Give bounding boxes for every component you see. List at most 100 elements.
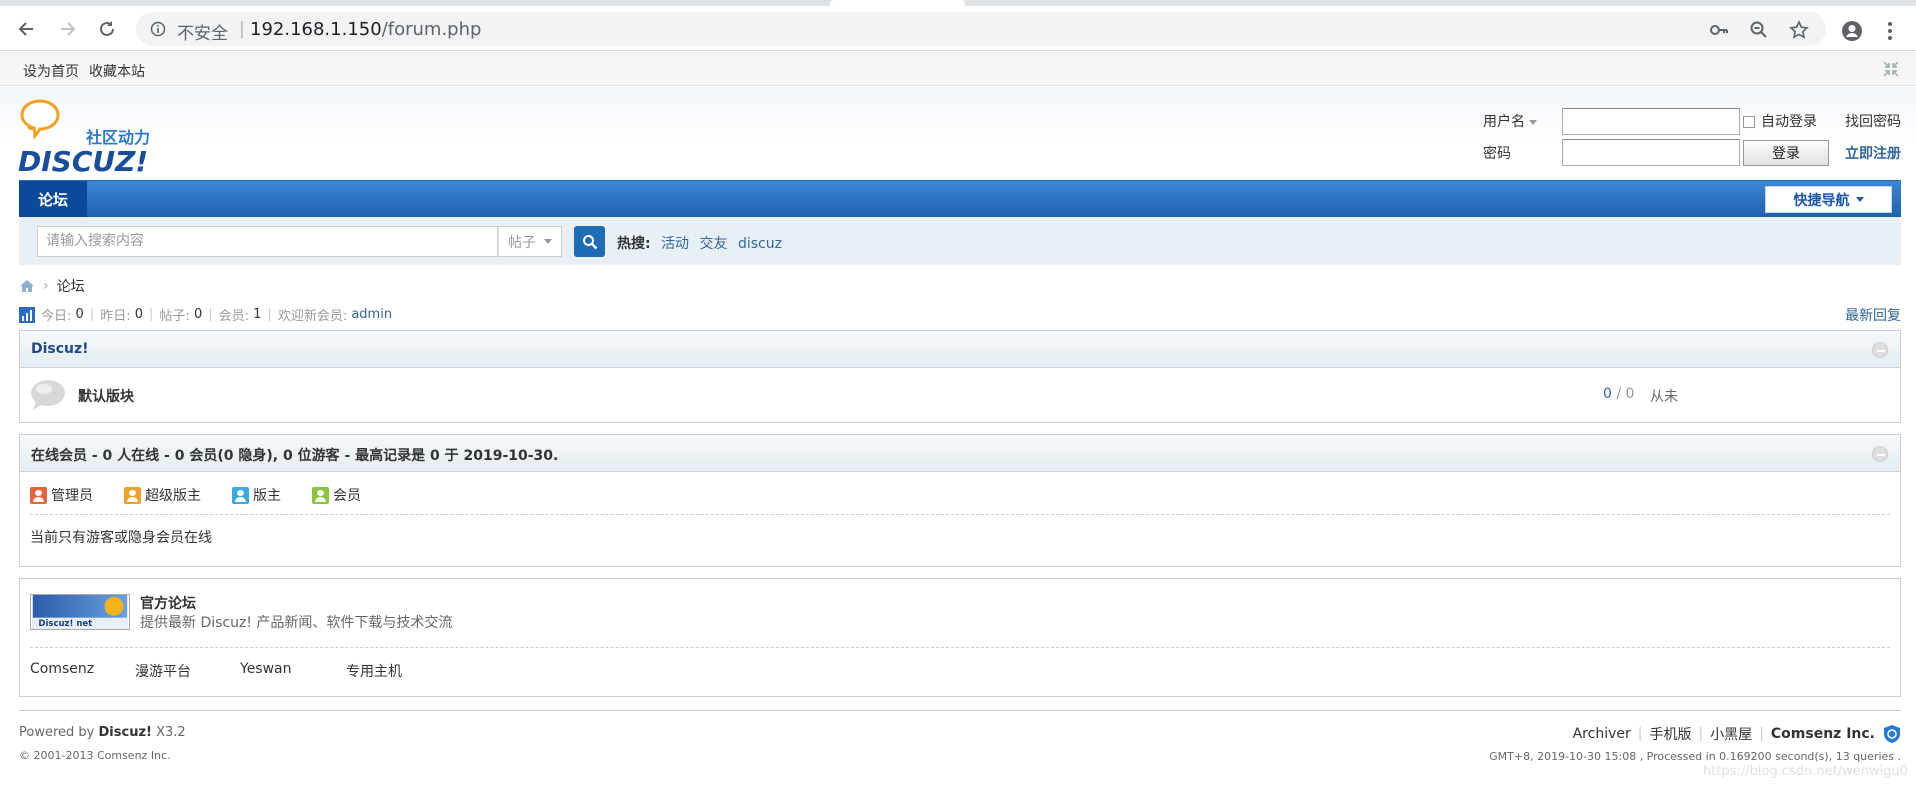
bookmark-link[interactable]: 收藏本站 [89,61,145,81]
today-label: 今日: [41,309,72,324]
username-label-text: 用户名 [1483,114,1525,130]
forward-button[interactable] [52,14,82,44]
stats-divider: | [89,307,95,322]
hot-term-2[interactable]: 交友 [700,236,728,252]
footer-divider [19,710,1901,711]
legend-member-label: 会员 [333,488,361,504]
reload-icon [100,21,114,36]
powered-by-label: Powered by [19,725,95,740]
legend-moderator-label: 版主 [253,488,281,504]
back-button[interactable] [12,14,42,44]
hot-term-3[interactable]: discuz [738,236,782,252]
members-label: 会员: [218,309,249,324]
mobile-link[interactable]: 手机版 [1649,724,1691,744]
moderator-icon [232,486,249,504]
official-forum-title[interactable]: 官方论坛 [140,593,196,613]
banner-text: Discuz! net [38,619,92,629]
security-shield-icon[interactable] [1883,724,1901,744]
legend-super-moderator: 超级版主 [124,485,201,505]
quick-nav-label: 快捷导航 [1793,192,1850,209]
yesterday-label: 昨日: [100,309,131,324]
search-input[interactable]: 请输入搜索内容 [37,226,498,257]
stats-divider: | [149,307,154,322]
key-icon[interactable] [1709,20,1729,40]
discuz-logo[interactable]: 社区动力 DISCUZ! [18,97,168,175]
menu-dots-icon[interactable] [1880,20,1900,42]
reload-button[interactable] [92,14,122,44]
username-input[interactable] [1562,108,1740,135]
auto-login-checkbox[interactable] [1743,116,1755,128]
url-path: /forum.php [381,19,482,40]
forum-name[interactable]: 默认版块 [78,386,134,406]
register-link[interactable]: 立即注册 [1845,143,1901,163]
arrow-left-icon [18,22,33,36]
product-name[interactable]: Discuz! [99,725,152,740]
switch-width-icon[interactable] [1882,60,1900,78]
password-input[interactable] [1562,139,1740,166]
legend-member: 会员 [312,485,361,505]
url-text[interactable]: 192.168.1.150/forum.php [250,19,481,40]
posts-label: 帖子: [159,309,190,324]
address-bar[interactable]: 不安全 | 192.168.1.150/forum.php [136,12,1826,46]
admin-user-icon [30,486,47,504]
search-type-value: 帖子 [508,234,536,251]
friend-link[interactable]: 专用主机 [346,661,402,681]
breadcrumb-current[interactable]: 论坛 [57,276,85,296]
star-icon[interactable] [1789,20,1809,40]
discuz-net-banner[interactable]: Discuz! net [30,594,130,630]
hot-search: 热搜: 活动 交友 discuz [617,233,782,253]
forum-counts: 0 / 0 [1603,386,1634,402]
zoom-icon[interactable] [1749,20,1769,40]
forum-last-post: 从未 [1650,389,1678,405]
online-title[interactable]: 在线会员 - 0 人在线 - 0 会员(0 隐身), 0 位游客 - 最高记录是… [31,445,558,465]
breadcrumb: › 论坛 [19,276,85,296]
company-link[interactable]: Comsenz Inc. [1771,726,1875,742]
auto-login-label[interactable]: 自动登录 [1761,111,1817,131]
archiver-link[interactable]: Archiver [1573,726,1631,742]
blackroom-link[interactable]: 小黑屋 [1710,724,1752,744]
set-home-link[interactable]: 设为首页 [23,61,79,81]
forum-count-sep: / [1611,386,1626,402]
site-header: 社区动力 DISCUZ! 用户名 自动登录 找回密码 密码 登录 立即注册 [0,87,1916,179]
hot-search-label: 热搜: [617,236,651,252]
latest-replies-link[interactable]: 最新回复 [1845,305,1901,325]
username-label[interactable]: 用户名 [1483,111,1537,131]
url-host: 192.168.1.150 [250,19,382,40]
main-nav: 论坛 快捷导航 [19,180,1901,217]
password-label: 密码 [1483,146,1511,162]
forum-posts: 0 [1625,386,1635,402]
friend-link[interactable]: 漫游平台 [135,661,191,681]
arrow-right-icon [61,22,76,36]
collapse-icon[interactable] [1872,446,1888,462]
hot-term-1[interactable]: 活动 [661,236,689,252]
forgot-password-link[interactable]: 找回密码 [1845,111,1901,131]
search-button[interactable] [574,226,605,257]
home-icon[interactable] [19,279,35,293]
profile-icon[interactable] [1841,20,1863,42]
category-title[interactable]: Discuz! [31,341,89,357]
chevron-down-icon [1529,119,1537,125]
chart-icon [19,306,35,323]
footer-links: Archiver | 手机版 | 小黑屋 | Comsenz Inc. [1573,724,1901,744]
nav-tab-forum[interactable]: 论坛 [19,181,87,217]
yesterday-count: 0 [134,307,144,322]
forum-row: 默认版块 0 / 0 从未 [20,368,1900,421]
legend-admin: 管理员 [30,485,93,505]
new-member-link[interactable]: admin [351,307,392,322]
security-label: 不安全 [177,24,228,44]
quick-nav-button[interactable]: 快捷导航 [1765,186,1892,213]
collapse-icon[interactable] [1872,342,1888,358]
processing-info: GMT+8, 2019-10-30 15:08 , Processed in 0… [1489,750,1901,763]
search-type-select[interactable]: 帖子 [498,226,562,257]
friend-link[interactable]: Yeswan [240,661,292,677]
info-icon[interactable] [150,21,166,37]
copyright: © 2001-2013 Comsenz Inc. [19,749,171,762]
login-button[interactable]: 登录 [1743,140,1829,166]
forum-stats: 今日: 0 | 昨日: 0 | 帖子: 0 | 会员: 1 | 欢迎新会员: a… [19,305,392,324]
member-icon [312,486,329,504]
friend-link[interactable]: Comsenz [30,661,94,677]
online-message: 当前只有游客或隐身会员在线 [30,530,212,546]
friend-links: Comsenz 漫游平台 Yeswan 专用主机 [30,648,1890,690]
posts-count: 0 [193,307,203,322]
footer-divider-pipe: | [1698,726,1704,742]
